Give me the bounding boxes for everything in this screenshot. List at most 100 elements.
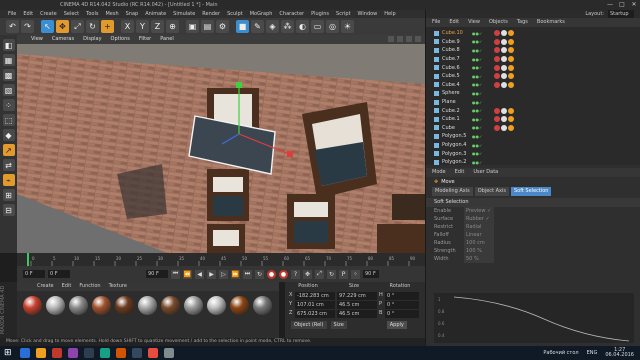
object-row[interactable]: Cube.1 ●●✓ bbox=[426, 115, 640, 124]
taskbar-app-icon[interactable] bbox=[68, 348, 78, 358]
visibility-dots-icon[interactable]: ●●✓ bbox=[472, 151, 494, 156]
redo-button[interactable]: ↷ bbox=[21, 20, 34, 33]
close-button[interactable]: ✕ bbox=[630, 1, 638, 8]
mat-menu-create[interactable]: Create bbox=[37, 282, 54, 291]
tab-modeling-axis[interactable]: Modeling Axis bbox=[432, 187, 473, 196]
next-frame-icon[interactable]: ▷ bbox=[219, 269, 228, 279]
mat-menu-texture[interactable]: Texture bbox=[109, 282, 127, 291]
size-y-field[interactable]: 46.5 cm bbox=[337, 301, 377, 309]
object-row[interactable]: Polygon.4 ●●✓ bbox=[426, 141, 640, 150]
object-row[interactable]: Cube.4 ●●✓ bbox=[426, 81, 640, 90]
om-menu-objects[interactable]: Objects bbox=[489, 18, 508, 27]
attr-menu-mode[interactable]: Mode bbox=[432, 168, 446, 177]
light-icon[interactable]: ☀ bbox=[341, 20, 354, 33]
loop-icon[interactable]: ↻ bbox=[255, 269, 264, 279]
position-x-field[interactable]: -182.283 cm bbox=[295, 292, 335, 300]
record-key-icon[interactable]: ● bbox=[267, 269, 276, 279]
rotate-tool-icon[interactable]: ↻ bbox=[86, 20, 99, 33]
vp-menu-panel[interactable]: Panel bbox=[160, 35, 174, 44]
scale-tool-icon[interactable]: ⤢ bbox=[71, 20, 84, 33]
menu-edit[interactable]: Edit bbox=[23, 10, 33, 18]
object-row[interactable]: Polygon.3 ●●✓ bbox=[426, 149, 640, 158]
attribute-value[interactable]: Radial bbox=[464, 223, 494, 231]
menu-tools[interactable]: Tools bbox=[86, 10, 98, 18]
material-tag-icon[interactable] bbox=[494, 107, 500, 114]
material-tag-icon[interactable] bbox=[508, 81, 514, 88]
recent-tools-icon[interactable]: + bbox=[101, 20, 114, 33]
vp-menu-display[interactable]: Display bbox=[83, 35, 101, 44]
material-tag-icon[interactable] bbox=[501, 64, 507, 71]
size-z-field[interactable]: 46.5 cm bbox=[337, 310, 377, 318]
menu-animate[interactable]: Animate bbox=[145, 10, 166, 18]
key-scale-icon[interactable]: ⤢ bbox=[315, 269, 324, 279]
visibility-dots-icon[interactable]: ●●✓ bbox=[472, 74, 494, 79]
rotation-b-field[interactable]: 0 ° bbox=[385, 310, 419, 318]
live-selection-icon[interactable]: ↖ bbox=[41, 20, 54, 33]
attr-menu-edit[interactable]: Edit bbox=[455, 168, 465, 177]
material-swatch[interactable] bbox=[69, 296, 88, 315]
visibility-dots-icon[interactable]: ●●✓ bbox=[472, 143, 494, 148]
render-settings-icon[interactable]: ⚙ bbox=[216, 20, 229, 33]
y-axis-lock-button[interactable]: Y bbox=[136, 20, 149, 33]
attribute-value[interactable]: Linear bbox=[464, 231, 494, 239]
array-icon[interactable]: ⁂ bbox=[281, 20, 294, 33]
rotation-p-field[interactable]: 0 ° bbox=[385, 301, 419, 309]
minimize-button[interactable]: — bbox=[606, 1, 614, 8]
zoom-icon[interactable] bbox=[397, 36, 403, 42]
object-row[interactable]: Cube.5 ●●✓ bbox=[426, 72, 640, 81]
material-tag-icon[interactable] bbox=[494, 38, 500, 45]
material-tag-icon[interactable] bbox=[501, 73, 507, 80]
taskbar-app-icon[interactable] bbox=[52, 348, 62, 358]
x-axis-lock-button[interactable]: X bbox=[121, 20, 134, 33]
tweak-mode-icon[interactable]: ⇄ bbox=[2, 159, 15, 171]
render-picture-viewer-icon[interactable]: ▤ bbox=[201, 20, 214, 33]
visibility-dots-icon[interactable]: ●●✓ bbox=[472, 117, 494, 122]
om-menu-view[interactable]: View bbox=[468, 18, 480, 27]
material-tag-icon[interactable] bbox=[494, 47, 500, 54]
object-row[interactable]: Plane ●●✓ bbox=[426, 98, 640, 107]
next-key-icon[interactable]: ⏩ bbox=[231, 269, 240, 279]
key-position-icon[interactable]: ✥ bbox=[303, 269, 312, 279]
key-param-icon[interactable]: P bbox=[339, 269, 348, 279]
window-5[interactable] bbox=[207, 224, 245, 253]
z-axis-lock-button[interactable]: Z bbox=[151, 20, 164, 33]
material-tag-icon[interactable] bbox=[494, 30, 500, 37]
attr-menu-user-data[interactable]: User Data bbox=[473, 168, 498, 177]
material-tag-icon[interactable] bbox=[508, 47, 514, 54]
menu-select[interactable]: Select bbox=[64, 10, 79, 18]
coordinate-mode-dropdown[interactable]: Object (Rel) bbox=[291, 321, 327, 329]
material-tag-icon[interactable] bbox=[508, 124, 514, 131]
object-row[interactable]: Cube ●●✓ bbox=[426, 124, 640, 133]
planar-workplane-icon[interactable]: ⊟ bbox=[2, 204, 15, 216]
material-tag-icon[interactable] bbox=[501, 116, 507, 123]
material-swatch[interactable] bbox=[161, 296, 180, 315]
attribute-value[interactable]: 100 cm bbox=[464, 239, 494, 247]
material-tag-icon[interactable] bbox=[494, 56, 500, 63]
visibility-dots-icon[interactable]: ●●✓ bbox=[472, 108, 494, 113]
subdivision-icon[interactable]: ◈ bbox=[266, 20, 279, 33]
menu-script[interactable]: Script bbox=[336, 10, 351, 18]
desktop-label[interactable]: Рабочий стол bbox=[543, 347, 578, 359]
prev-key-icon[interactable]: ⏪ bbox=[183, 269, 192, 279]
workplane-icon[interactable]: ▧ bbox=[2, 84, 15, 96]
material-tag-icon[interactable] bbox=[508, 107, 514, 114]
language-indicator[interactable]: ENG bbox=[587, 347, 598, 359]
material-swatch[interactable] bbox=[92, 296, 111, 315]
visibility-dots-icon[interactable]: ●●✓ bbox=[472, 134, 494, 139]
taskbar-app-icon[interactable] bbox=[84, 348, 94, 358]
edges-mode-icon[interactable]: ⬚ bbox=[2, 114, 15, 126]
material-tag-icon[interactable] bbox=[494, 81, 500, 88]
object-row[interactable]: Sphere ●●✓ bbox=[426, 89, 640, 98]
toggle-view-icon[interactable] bbox=[415, 36, 421, 42]
visibility-dots-icon[interactable]: ●●✓ bbox=[472, 65, 494, 70]
texture-mode-icon[interactable]: ▩ bbox=[2, 69, 15, 81]
material-tag-icon[interactable] bbox=[501, 56, 507, 63]
clock[interactable]: 1:27 06.04.2016 bbox=[605, 348, 634, 359]
goto-start-icon[interactable]: ⏮ bbox=[171, 269, 180, 279]
material-tag-icon[interactable] bbox=[494, 116, 500, 123]
object-row[interactable]: Cube.8 ●●✓ bbox=[426, 46, 640, 55]
perspective-viewport[interactable] bbox=[17, 44, 425, 253]
tab-object-axis[interactable]: Object Axis bbox=[474, 187, 509, 196]
menu-help[interactable]: Help bbox=[384, 10, 395, 18]
move-tool-icon[interactable]: ✥ bbox=[56, 20, 69, 33]
